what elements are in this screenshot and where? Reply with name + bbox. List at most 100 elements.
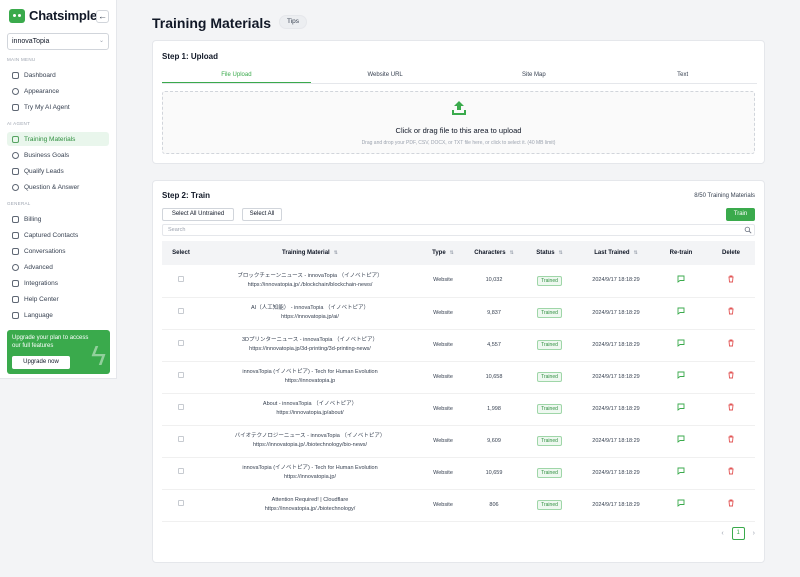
sidebar-item-training-materials[interactable]: Training Materials [7, 132, 109, 146]
workspace-name: innovaTopia [12, 38, 50, 45]
bolt-icon [12, 215, 19, 223]
retrain-icon[interactable] [677, 435, 685, 443]
sidebar-item-question-answer[interactable]: Question & Answer [7, 180, 109, 194]
tab-site-map[interactable]: Site Map [460, 68, 609, 83]
sidebar-item-language[interactable]: Language [7, 308, 109, 322]
tab-text[interactable]: Text [608, 68, 757, 83]
tips-button[interactable]: Tips [279, 15, 307, 29]
retrain-icon[interactable] [677, 467, 685, 475]
material-url[interactable]: https://innovatopia.jp/3d-printing/3d-pr… [200, 345, 420, 354]
retrain-icon[interactable] [677, 275, 685, 283]
material-url[interactable]: https://innovatopia.jp/./blockchain/bloc… [200, 281, 420, 290]
trash-icon[interactable] [727, 339, 735, 347]
sort-icon[interactable]: ⇅ [510, 250, 514, 256]
sort-icon[interactable]: ⇅ [450, 250, 454, 256]
trash-icon[interactable] [727, 275, 735, 283]
training-material-cell: innovaTopia (イノベトピア) - Tech for Human Ev… [200, 361, 420, 394]
tab-website-url[interactable]: Website URL [311, 68, 460, 83]
sidebar-item-appearance[interactable]: Appearance [7, 84, 109, 98]
target-icon [12, 151, 19, 159]
col-status[interactable]: Status ⇅ [522, 241, 577, 265]
search-icon[interactable] [744, 226, 752, 234]
row-checkbox[interactable] [178, 468, 184, 474]
sidebar-item-label: Try My AI Agent [24, 103, 70, 111]
type-cell: Website [420, 265, 466, 298]
sidebar-item-billing[interactable]: Billing [7, 212, 109, 226]
select-all-button[interactable]: Select All [242, 208, 282, 221]
row-checkbox[interactable] [178, 372, 184, 378]
upgrade-now-button[interactable]: Upgrade now [12, 356, 70, 369]
trash-icon[interactable] [727, 467, 735, 475]
sidebar-item-dashboard[interactable]: Dashboard [7, 68, 109, 82]
col-training-material[interactable]: Training Material ⇅ [200, 241, 420, 265]
prev-page-icon[interactable]: ‹ [721, 530, 723, 537]
search-input[interactable]: Search [162, 224, 755, 236]
sidebar-item-captured-contacts[interactable]: Captured Contacts [7, 228, 109, 242]
sidebar-item-integrations[interactable]: Integrations [7, 276, 109, 290]
sidebar-item-label: Language [24, 311, 53, 319]
next-page-icon[interactable]: › [753, 530, 755, 537]
material-title: About - innovaTopia （イノベトピア） [262, 401, 358, 407]
sidebar-item-label: Captured Contacts [24, 231, 79, 239]
col-characters[interactable]: Characters ⇅ [466, 241, 522, 265]
last-trained-cell: 2024/9/17 18:18:29 [577, 425, 655, 458]
row-checkbox[interactable] [178, 404, 184, 410]
search-placeholder: Search [168, 227, 186, 233]
sort-icon[interactable]: ⇅ [634, 250, 638, 256]
page-number-button[interactable]: 1 [731, 527, 745, 540]
row-checkbox[interactable] [178, 308, 184, 314]
row-checkbox[interactable] [178, 436, 184, 442]
table-row: About - innovaTopia （イノベトピア） https://inn… [162, 393, 755, 426]
row-checkbox[interactable] [178, 340, 184, 346]
trash-icon[interactable] [727, 371, 735, 379]
workspace-select[interactable]: innovaTopia ⌄ [7, 33, 109, 50]
sidebar-item-help-center[interactable]: Help Center [7, 292, 109, 306]
upload-icon [452, 101, 466, 115]
material-url[interactable]: https://innovatopia.jp [200, 377, 420, 386]
file-dropzone[interactable]: Click or drag file to this area to uploa… [162, 91, 755, 154]
material-url[interactable]: https://innovatopia.jp/about/ [200, 409, 420, 418]
sidebar-item-qualify-leads[interactable]: Qualify Leads [7, 164, 109, 178]
sidebar-item-business-goals[interactable]: Business Goals [7, 148, 109, 162]
retrain-icon[interactable] [677, 499, 685, 507]
retrain-icon[interactable] [677, 403, 685, 411]
training-materials-table: Select Training Material ⇅ Type ⇅ Characte… [162, 241, 755, 522]
sidebar-item-label: Help Center [24, 295, 59, 303]
material-title: Attention Required! | Cloudflare [271, 497, 349, 503]
col-last-trained[interactable]: Last Trained ⇅ [577, 241, 655, 265]
select-all-untrained-button[interactable]: Select All Untrained [162, 208, 234, 221]
last-trained-cell: 2024/9/17 18:18:29 [577, 329, 655, 362]
chat-icon [12, 103, 19, 111]
trash-icon[interactable] [727, 307, 735, 315]
sidebar-item-try-agent[interactable]: Try My AI Agent [7, 100, 109, 114]
trash-icon[interactable] [727, 499, 735, 507]
col-type[interactable]: Type ⇅ [420, 241, 466, 265]
brand[interactable]: Chatsimple [9, 8, 97, 23]
retrain-icon[interactable] [677, 307, 685, 315]
material-url[interactable]: https://innovatopia.jp/./biotechnology/b… [200, 441, 420, 450]
type-cell: Website [420, 393, 466, 426]
trash-icon[interactable] [727, 403, 735, 411]
last-trained-cell: 2024/9/17 18:18:29 [577, 393, 655, 426]
training-material-cell: innovaTopia (イノベトピア) - Tech for Human Ev… [200, 457, 420, 490]
sidebar-item-label: Dashboard [24, 71, 56, 79]
trash-icon[interactable] [727, 435, 735, 443]
type-cell: Website [420, 457, 466, 490]
upload-title: Step 1: Upload [162, 52, 219, 61]
sidebar-item-conversations[interactable]: Conversations [7, 244, 109, 258]
row-checkbox[interactable] [178, 500, 184, 506]
row-checkbox[interactable] [178, 275, 184, 282]
sort-icon[interactable]: ⇅ [559, 250, 563, 256]
sort-icon[interactable]: ⇅ [334, 250, 338, 256]
material-url[interactable]: https://innovatopia.jp/ [200, 473, 420, 482]
tab-file-upload[interactable]: File Upload [162, 68, 311, 83]
type-cell: Website [420, 297, 466, 330]
table-row: Attention Required! | Cloudflare https:/… [162, 489, 755, 522]
collapse-sidebar-button[interactable]: ← [96, 10, 109, 23]
sidebar-item-advanced[interactable]: Advanced [7, 260, 109, 274]
retrain-icon[interactable] [677, 339, 685, 347]
retrain-icon[interactable] [677, 371, 685, 379]
material-url[interactable]: https://innovatopia.jp/./biotechnology/ [200, 505, 420, 514]
train-button[interactable]: Train [726, 208, 755, 221]
material-url[interactable]: https://innovatopia.jp/ai/ [200, 313, 420, 322]
